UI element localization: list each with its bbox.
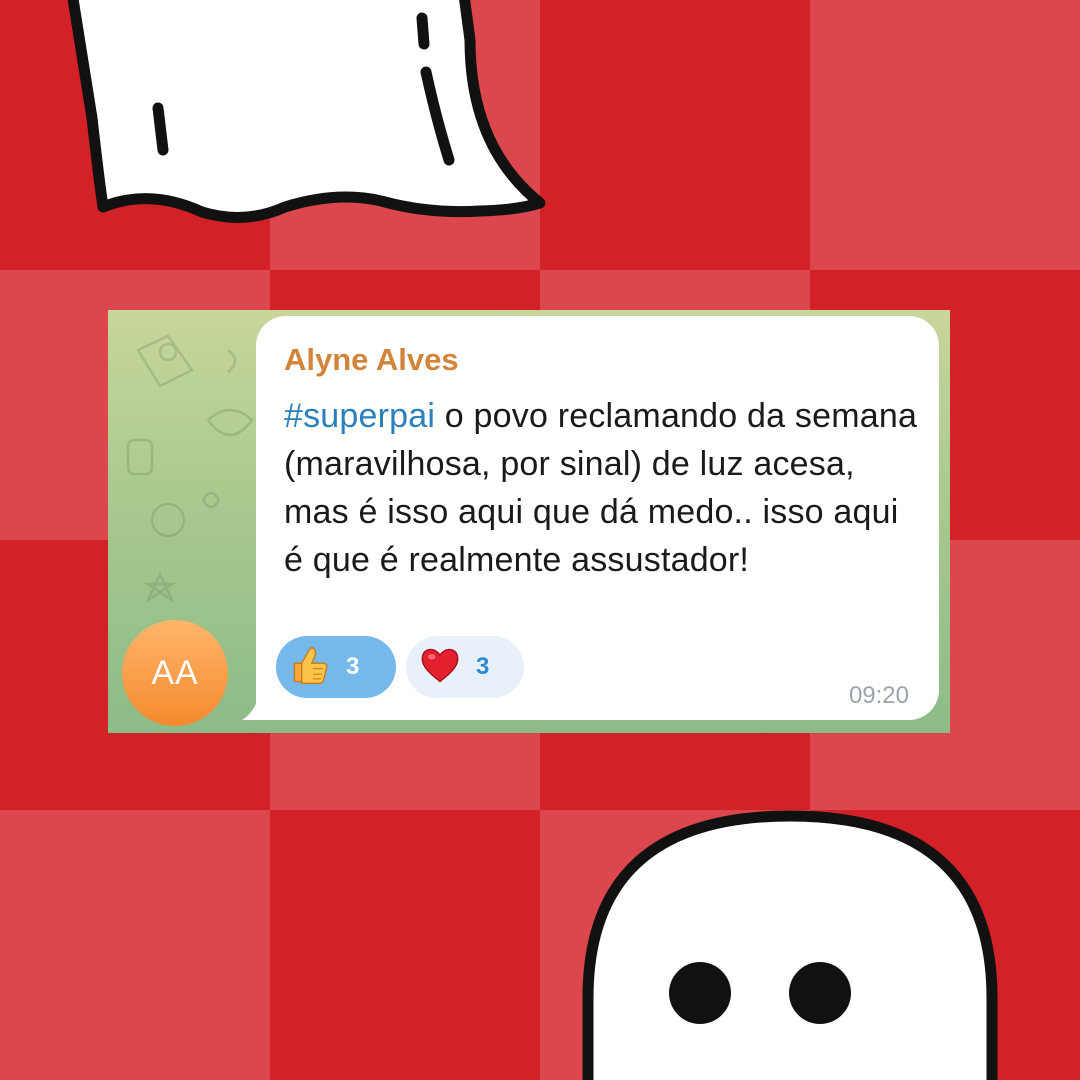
message-time: 09:20 — [848, 682, 909, 709]
message-text: #superpai o povo reclamando da semana (m… — [284, 392, 924, 584]
thumbs-up-icon — [288, 643, 332, 692]
heart-count: 3 — [476, 653, 490, 680]
hashtag-link[interactable]: #superpai — [284, 397, 435, 435]
heart-icon — [418, 643, 462, 692]
avatar[interactable]: AA — [122, 620, 228, 726]
thumbs-up-count: 3 — [346, 653, 360, 680]
chat-screenshot: Alyne Alves #superpai o povo reclamando … — [108, 310, 950, 733]
reaction-thumbs-up[interactable]: 3 — [276, 636, 396, 698]
message-bubble[interactable]: Alyne Alves #superpai o povo reclamando … — [256, 316, 939, 720]
ghost-bottom-illustration — [580, 808, 1000, 1080]
ghost-top-illustration — [0, 0, 560, 240]
sender-name[interactable]: Alyne Alves — [284, 342, 459, 378]
reaction-heart[interactable]: 3 — [406, 636, 524, 698]
